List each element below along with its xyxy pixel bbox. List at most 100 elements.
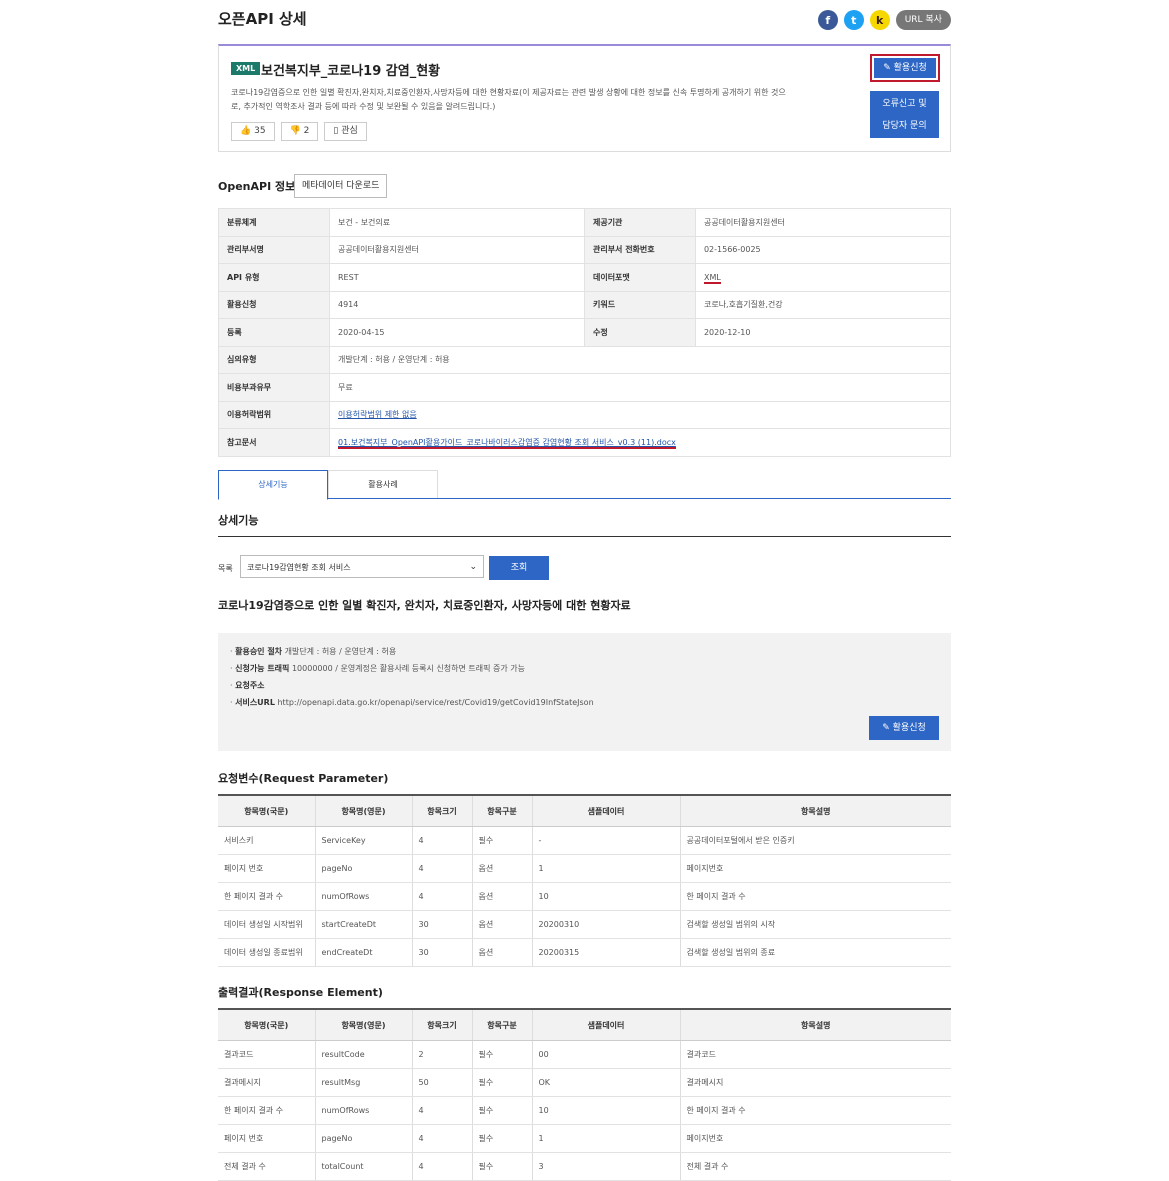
like-button[interactable]: 👍 35 [231, 122, 275, 141]
tab-detail[interactable]: 상세기능 [218, 470, 328, 500]
table-cell: 필수 [471, 1068, 532, 1097]
apply-button-top[interactable]: ✎ 활용신청 [870, 54, 940, 82]
table-row: 활용신청 4914 키워드 코로나,호흡기질환,건강 [218, 290, 952, 319]
info-label: API 유형 [218, 263, 330, 292]
thumbs-down-icon: 👎 [289, 126, 301, 136]
table-row: API 유형 REST 데이터포맷 XML [218, 263, 952, 292]
table-cell: pageNo [314, 1124, 412, 1153]
reference-doc-link[interactable]: 01.보건복지부_OpenAPI활용가이드_코로나바이러스감염증 감염현황 조회… [338, 437, 676, 449]
table-cell: 페이지번호 [679, 854, 951, 883]
table-row: 심의유형 개발단계 : 허용 / 운영단계 : 허용 [218, 345, 951, 374]
like-count: 35 [254, 126, 266, 136]
table-row: 결과코드 resultCode 2 필수 00 결과코드 [218, 1040, 951, 1069]
table-row: 이용허락범위 이용허락범위 제한 없음 [218, 400, 951, 429]
table-cell: numOfRows [314, 882, 412, 911]
list-item: · 서비스URL http://openapi.data.go.kr/opena… [230, 698, 594, 707]
table-cell: 데이터 생성일 종료범위 [218, 938, 315, 967]
table-cell: pageNo [314, 854, 412, 883]
query-button[interactable]: 조회 [489, 556, 549, 580]
column-header: 항목명(영문) [314, 1008, 412, 1041]
tab-use-cases[interactable]: 활용사례 [328, 470, 438, 498]
table-cell: 페이지번호 [679, 1124, 951, 1153]
facebook-share-icon[interactable]: f [817, 10, 838, 30]
bullet-key: 서비스URL [235, 698, 275, 707]
error-report-line1: 오류신고 및 [882, 98, 927, 109]
error-report-line2: 담당자 문의 [882, 120, 927, 131]
table-row: 데이터 생성일 종료범위 endCreateDt 30 옵션 20200315 검색할 생… [218, 938, 951, 967]
table-cell: 4 [411, 826, 472, 855]
license-link[interactable]: 이용허락범위 제한 없음 [338, 410, 417, 419]
column-header: 샘플데이터 [531, 794, 680, 827]
service-info-box: · 활용승인 절차 개발단계 : 허용 / 운영단계 : 허용 · 신청가능 트래… [218, 633, 951, 751]
table-row: 비용부과유무 무료 [218, 373, 951, 402]
table-cell: 한 페이지 결과 수 [679, 1096, 951, 1125]
request-title: 요청변수(Request Parameter) [218, 772, 389, 785]
info-label: 데이터포맷 [583, 263, 696, 292]
table-cell: 1 [531, 854, 680, 883]
approval-label: 심의유형 [218, 345, 330, 374]
table-cell: 검색할 생성일 범위의 시작 [679, 910, 951, 939]
table-cell: 필수 [471, 1124, 532, 1153]
info-value: 4914 [329, 290, 585, 319]
error-report-button[interactable]: 오류신고 및 담당자 문의 [870, 91, 939, 138]
table-row: 페이지 번호 pageNo 4 옵션 1 페이지번호 [218, 854, 951, 883]
openapi-info-table: 분류체계 보건 - 보건의료 제공기관 공공데이터활용지원센터 관리부서명 공공데이터활용… [218, 208, 952, 457]
table-cell: 결과메시지 [218, 1068, 315, 1097]
api-summary-box: XML 보건복지부_코로나19 감염_현황 코로나19감염증으로 인한 일별 확… [218, 44, 951, 152]
table-cell: 30 [411, 910, 472, 939]
pencil-icon: ✎ [883, 63, 891, 73]
bullet-key: 신청가능 트래픽 [235, 664, 290, 673]
thumbs-up-icon: 👍 [240, 126, 252, 136]
table-cell: 페이지 번호 [218, 854, 315, 883]
chevron-down-icon: ⌄ [469, 562, 477, 572]
table-cell: 공공데이터포털에서 받은 인증키 [679, 826, 951, 855]
pencil-icon: ✎ [882, 723, 890, 733]
detail-section-title: 상세기능 [218, 514, 259, 527]
table-cell: resultMsg [314, 1068, 412, 1097]
reference-label: 참고문서 [218, 428, 330, 457]
table-row: 한 페이지 결과 수 numOfRows 4 필수 10 한 페이지 결과 수 [218, 1096, 951, 1125]
response-title: 출력결과(Response Element) [218, 986, 383, 999]
url-copy-button[interactable]: URL 복사 [895, 10, 951, 30]
table-cell: 50 [411, 1068, 472, 1097]
kakao-share-icon[interactable]: k [869, 10, 890, 30]
table-cell: numOfRows [314, 1096, 412, 1125]
info-label: 등록 [218, 318, 330, 347]
table-cell: 데이터 생성일 시작범위 [218, 910, 315, 939]
table-cell: 30 [411, 938, 472, 967]
bookmark-button[interactable]: ▯ 관심 [324, 122, 367, 141]
twitter-share-icon[interactable]: t [843, 10, 864, 30]
fee-label: 비용부과유무 [218, 373, 330, 402]
bullet-key: 요청주소 [235, 681, 265, 690]
column-header: 항목구분 [471, 794, 532, 827]
table-cell: 필수 [471, 1040, 532, 1069]
dislike-button[interactable]: 👎 2 [280, 122, 319, 141]
bullet-value: 10000000 / 운영계정은 활용사례 등록시 신청하면 트래픽 증가 가능 [291, 664, 525, 673]
service-select[interactable]: 코로나19감염현황 조회 서비스 ⌄ [240, 555, 484, 578]
table-cell: 전체 결과 수 [218, 1152, 315, 1181]
table-cell: 전체 결과 수 [679, 1152, 951, 1181]
column-header: 항목명(국문) [218, 1008, 315, 1041]
table-cell: 10 [531, 1096, 680, 1125]
table-cell: 4 [411, 1152, 472, 1181]
table-cell: 한 페이지 결과 수 [218, 882, 315, 911]
selected-service: 코로나19감염현황 조회 서비스 [247, 563, 351, 572]
bookmark-icon: ▯ [333, 126, 339, 136]
info-label: 관리부서명 [218, 235, 330, 264]
request-parameter-table: 항목명(국문) 항목명(영문) 항목크기 항목구분 샘플데이터 항목설명 서비스키 Serv… [218, 794, 951, 967]
column-header: 항목명(국문) [218, 794, 315, 827]
info-value: 공공데이터활용지원센터 [694, 208, 952, 237]
info-label: 활용신청 [218, 290, 330, 319]
table-row: 관리부서명 공공데이터활용지원센터 관리부서 전화번호 02-1566-0025 [218, 235, 952, 264]
column-header: 항목설명 [679, 1008, 951, 1041]
table-cell: - [531, 826, 680, 855]
page-title: 오픈API 상세 [218, 10, 307, 28]
apply-button-bottom[interactable]: ✎ 활용신청 [869, 716, 939, 740]
share-bar: f t k URL 복사 [817, 10, 951, 30]
metadata-download-button[interactable]: 메타데이터 다운로드 [294, 174, 388, 198]
table-row: 데이터 생성일 시작범위 startCreateDt 30 옵션 20200310 검색할… [218, 910, 951, 939]
column-header: 항목크기 [411, 1008, 472, 1041]
table-row: 페이지 번호 pageNo 4 필수 1 페이지번호 [218, 1124, 951, 1153]
table-cell: 페이지 번호 [218, 1124, 315, 1153]
table-row: 결과메시지 resultMsg 50 필수 OK 결과메시지 [218, 1068, 951, 1097]
